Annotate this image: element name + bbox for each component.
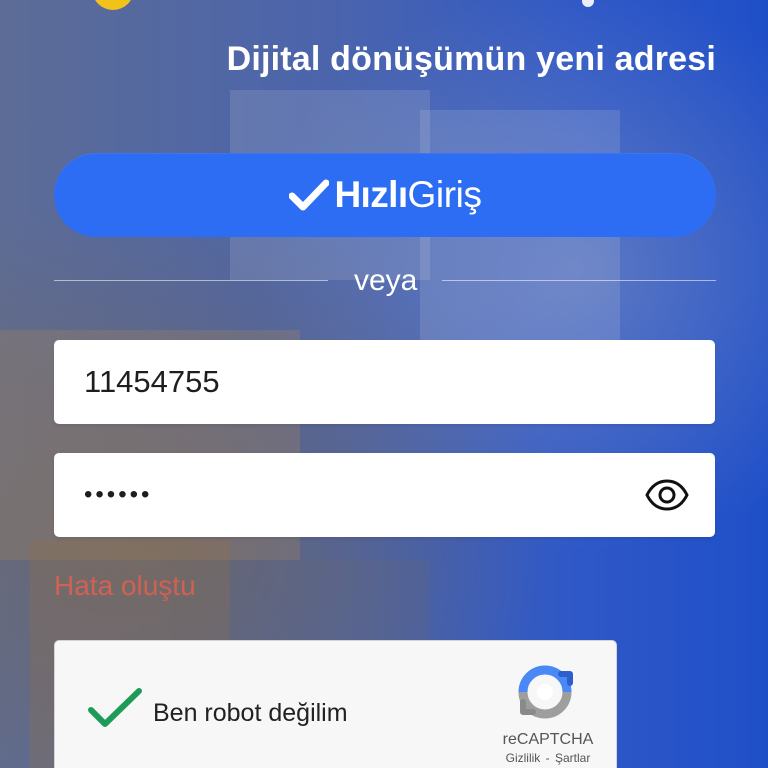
eye-icon[interactable] xyxy=(645,477,689,513)
username-input[interactable] xyxy=(54,340,715,424)
recaptcha-link-separator: - xyxy=(545,751,550,765)
username-field-container xyxy=(54,340,715,424)
recaptcha-widget: Ben robot değilim reCAPTCHA Gizlilik - Ş… xyxy=(54,640,617,768)
check-icon xyxy=(288,174,330,216)
quick-login-bold-label: Hızlı xyxy=(334,174,408,215)
recaptcha-label: Ben robot değilim xyxy=(153,699,348,727)
password-field-container xyxy=(54,453,715,537)
divider-line-left xyxy=(54,280,328,281)
divider-text: veya xyxy=(354,264,418,297)
divider-line-right xyxy=(442,280,716,281)
quick-login-button[interactable]: Hızlı Giriş xyxy=(54,153,716,237)
password-input[interactable] xyxy=(54,453,715,537)
page-subtitle: Dijital dönüşümün yeni adresi xyxy=(226,40,716,78)
or-divider: veya xyxy=(54,258,716,302)
terms-link[interactable]: Şartlar xyxy=(555,751,590,765)
quick-login-regular-label: Giriş xyxy=(407,174,482,215)
error-message: Hata oluştu xyxy=(54,570,196,601)
privacy-link[interactable]: Gizlilik xyxy=(506,751,541,765)
recaptcha-brand: reCAPTCHA xyxy=(502,731,594,748)
recaptcha-links: Gizlilik - Şartlar xyxy=(493,751,603,765)
recaptcha-check-icon[interactable] xyxy=(87,685,143,731)
recaptcha-logo-icon xyxy=(515,662,575,722)
